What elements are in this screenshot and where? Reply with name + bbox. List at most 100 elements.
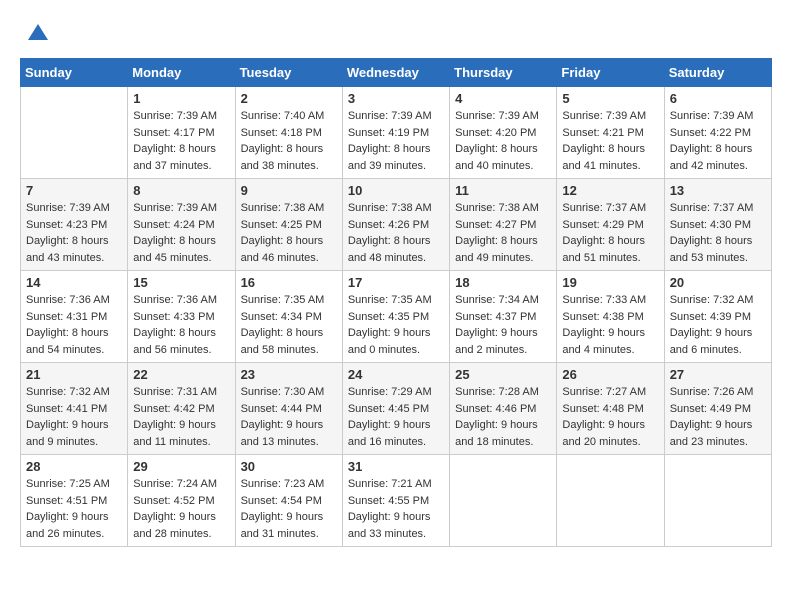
day-number: 7 bbox=[26, 183, 122, 198]
daylight-text: Daylight: 9 hours and 20 minutes. bbox=[562, 417, 658, 450]
day-info: Sunrise: 7:39 AM Sunset: 4:17 PM Dayligh… bbox=[133, 108, 229, 174]
sunset-text: Sunset: 4:33 PM bbox=[133, 309, 229, 326]
calendar-cell: 4 Sunrise: 7:39 AM Sunset: 4:20 PM Dayli… bbox=[450, 87, 557, 179]
calendar-week-3: 14 Sunrise: 7:36 AM Sunset: 4:31 PM Dayl… bbox=[21, 271, 772, 363]
day-number: 6 bbox=[670, 91, 766, 106]
calendar-cell: 11 Sunrise: 7:38 AM Sunset: 4:27 PM Dayl… bbox=[450, 179, 557, 271]
calendar-cell: 28 Sunrise: 7:25 AM Sunset: 4:51 PM Dayl… bbox=[21, 455, 128, 547]
day-info: Sunrise: 7:39 AM Sunset: 4:21 PM Dayligh… bbox=[562, 108, 658, 174]
page-header bbox=[20, 20, 772, 48]
day-number: 30 bbox=[241, 459, 337, 474]
sunrise-text: Sunrise: 7:21 AM bbox=[348, 476, 444, 493]
calendar-header-row: SundayMondayTuesdayWednesdayThursdayFrid… bbox=[21, 59, 772, 87]
daylight-text: Daylight: 8 hours and 45 minutes. bbox=[133, 233, 229, 266]
sunrise-text: Sunrise: 7:33 AM bbox=[562, 292, 658, 309]
day-number: 21 bbox=[26, 367, 122, 382]
day-number: 2 bbox=[241, 91, 337, 106]
day-info: Sunrise: 7:39 AM Sunset: 4:24 PM Dayligh… bbox=[133, 200, 229, 266]
sunset-text: Sunset: 4:25 PM bbox=[241, 217, 337, 234]
calendar-cell: 7 Sunrise: 7:39 AM Sunset: 4:23 PM Dayli… bbox=[21, 179, 128, 271]
day-info: Sunrise: 7:38 AM Sunset: 4:27 PM Dayligh… bbox=[455, 200, 551, 266]
daylight-text: Daylight: 8 hours and 51 minutes. bbox=[562, 233, 658, 266]
day-info: Sunrise: 7:24 AM Sunset: 4:52 PM Dayligh… bbox=[133, 476, 229, 542]
day-info: Sunrise: 7:35 AM Sunset: 4:35 PM Dayligh… bbox=[348, 292, 444, 358]
day-header-saturday: Saturday bbox=[664, 59, 771, 87]
day-info: Sunrise: 7:27 AM Sunset: 4:48 PM Dayligh… bbox=[562, 384, 658, 450]
day-number: 4 bbox=[455, 91, 551, 106]
day-number: 5 bbox=[562, 91, 658, 106]
sunset-text: Sunset: 4:24 PM bbox=[133, 217, 229, 234]
sunrise-text: Sunrise: 7:35 AM bbox=[241, 292, 337, 309]
calendar-cell: 12 Sunrise: 7:37 AM Sunset: 4:29 PM Dayl… bbox=[557, 179, 664, 271]
calendar-cell: 15 Sunrise: 7:36 AM Sunset: 4:33 PM Dayl… bbox=[128, 271, 235, 363]
calendar-cell: 18 Sunrise: 7:34 AM Sunset: 4:37 PM Dayl… bbox=[450, 271, 557, 363]
sunset-text: Sunset: 4:51 PM bbox=[26, 493, 122, 510]
calendar-cell: 25 Sunrise: 7:28 AM Sunset: 4:46 PM Dayl… bbox=[450, 363, 557, 455]
daylight-text: Daylight: 8 hours and 53 minutes. bbox=[670, 233, 766, 266]
sunrise-text: Sunrise: 7:31 AM bbox=[133, 384, 229, 401]
day-info: Sunrise: 7:36 AM Sunset: 4:33 PM Dayligh… bbox=[133, 292, 229, 358]
day-number: 10 bbox=[348, 183, 444, 198]
day-header-monday: Monday bbox=[128, 59, 235, 87]
calendar-cell: 20 Sunrise: 7:32 AM Sunset: 4:39 PM Dayl… bbox=[664, 271, 771, 363]
daylight-text: Daylight: 8 hours and 49 minutes. bbox=[455, 233, 551, 266]
sunrise-text: Sunrise: 7:34 AM bbox=[455, 292, 551, 309]
daylight-text: Daylight: 8 hours and 39 minutes. bbox=[348, 141, 444, 174]
calendar-cell: 13 Sunrise: 7:37 AM Sunset: 4:30 PM Dayl… bbox=[664, 179, 771, 271]
sunset-text: Sunset: 4:41 PM bbox=[26, 401, 122, 418]
sunrise-text: Sunrise: 7:37 AM bbox=[670, 200, 766, 217]
sunrise-text: Sunrise: 7:40 AM bbox=[241, 108, 337, 125]
daylight-text: Daylight: 9 hours and 18 minutes. bbox=[455, 417, 551, 450]
calendar-cell bbox=[450, 455, 557, 547]
day-number: 23 bbox=[241, 367, 337, 382]
calendar-week-5: 28 Sunrise: 7:25 AM Sunset: 4:51 PM Dayl… bbox=[21, 455, 772, 547]
sunrise-text: Sunrise: 7:27 AM bbox=[562, 384, 658, 401]
day-info: Sunrise: 7:32 AM Sunset: 4:41 PM Dayligh… bbox=[26, 384, 122, 450]
calendar-week-2: 7 Sunrise: 7:39 AM Sunset: 4:23 PM Dayli… bbox=[21, 179, 772, 271]
day-info: Sunrise: 7:38 AM Sunset: 4:26 PM Dayligh… bbox=[348, 200, 444, 266]
sunrise-text: Sunrise: 7:37 AM bbox=[562, 200, 658, 217]
sunrise-text: Sunrise: 7:39 AM bbox=[133, 200, 229, 217]
sunset-text: Sunset: 4:42 PM bbox=[133, 401, 229, 418]
sunset-text: Sunset: 4:55 PM bbox=[348, 493, 444, 510]
calendar-cell: 22 Sunrise: 7:31 AM Sunset: 4:42 PM Dayl… bbox=[128, 363, 235, 455]
sunrise-text: Sunrise: 7:30 AM bbox=[241, 384, 337, 401]
day-number: 3 bbox=[348, 91, 444, 106]
daylight-text: Daylight: 9 hours and 4 minutes. bbox=[562, 325, 658, 358]
sunrise-text: Sunrise: 7:23 AM bbox=[241, 476, 337, 493]
sunset-text: Sunset: 4:18 PM bbox=[241, 125, 337, 142]
daylight-text: Daylight: 8 hours and 54 minutes. bbox=[26, 325, 122, 358]
sunset-text: Sunset: 4:27 PM bbox=[455, 217, 551, 234]
daylight-text: Daylight: 9 hours and 11 minutes. bbox=[133, 417, 229, 450]
calendar-cell: 9 Sunrise: 7:38 AM Sunset: 4:25 PM Dayli… bbox=[235, 179, 342, 271]
calendar-cell: 21 Sunrise: 7:32 AM Sunset: 4:41 PM Dayl… bbox=[21, 363, 128, 455]
day-info: Sunrise: 7:35 AM Sunset: 4:34 PM Dayligh… bbox=[241, 292, 337, 358]
day-info: Sunrise: 7:32 AM Sunset: 4:39 PM Dayligh… bbox=[670, 292, 766, 358]
sunset-text: Sunset: 4:39 PM bbox=[670, 309, 766, 326]
sunset-text: Sunset: 4:48 PM bbox=[562, 401, 658, 418]
day-number: 9 bbox=[241, 183, 337, 198]
daylight-text: Daylight: 8 hours and 37 minutes. bbox=[133, 141, 229, 174]
daylight-text: Daylight: 9 hours and 0 minutes. bbox=[348, 325, 444, 358]
calendar-cell: 10 Sunrise: 7:38 AM Sunset: 4:26 PM Dayl… bbox=[342, 179, 449, 271]
sunset-text: Sunset: 4:20 PM bbox=[455, 125, 551, 142]
sunrise-text: Sunrise: 7:29 AM bbox=[348, 384, 444, 401]
sunrise-text: Sunrise: 7:39 AM bbox=[133, 108, 229, 125]
sunrise-text: Sunrise: 7:28 AM bbox=[455, 384, 551, 401]
sunrise-text: Sunrise: 7:39 AM bbox=[26, 200, 122, 217]
day-number: 11 bbox=[455, 183, 551, 198]
sunset-text: Sunset: 4:54 PM bbox=[241, 493, 337, 510]
sunrise-text: Sunrise: 7:32 AM bbox=[670, 292, 766, 309]
day-info: Sunrise: 7:31 AM Sunset: 4:42 PM Dayligh… bbox=[133, 384, 229, 450]
day-number: 28 bbox=[26, 459, 122, 474]
day-info: Sunrise: 7:39 AM Sunset: 4:19 PM Dayligh… bbox=[348, 108, 444, 174]
calendar-cell: 19 Sunrise: 7:33 AM Sunset: 4:38 PM Dayl… bbox=[557, 271, 664, 363]
day-info: Sunrise: 7:23 AM Sunset: 4:54 PM Dayligh… bbox=[241, 476, 337, 542]
day-number: 22 bbox=[133, 367, 229, 382]
sunset-text: Sunset: 4:45 PM bbox=[348, 401, 444, 418]
daylight-text: Daylight: 8 hours and 46 minutes. bbox=[241, 233, 337, 266]
day-number: 8 bbox=[133, 183, 229, 198]
daylight-text: Daylight: 8 hours and 58 minutes. bbox=[241, 325, 337, 358]
calendar-table: SundayMondayTuesdayWednesdayThursdayFrid… bbox=[20, 58, 772, 547]
daylight-text: Daylight: 9 hours and 9 minutes. bbox=[26, 417, 122, 450]
